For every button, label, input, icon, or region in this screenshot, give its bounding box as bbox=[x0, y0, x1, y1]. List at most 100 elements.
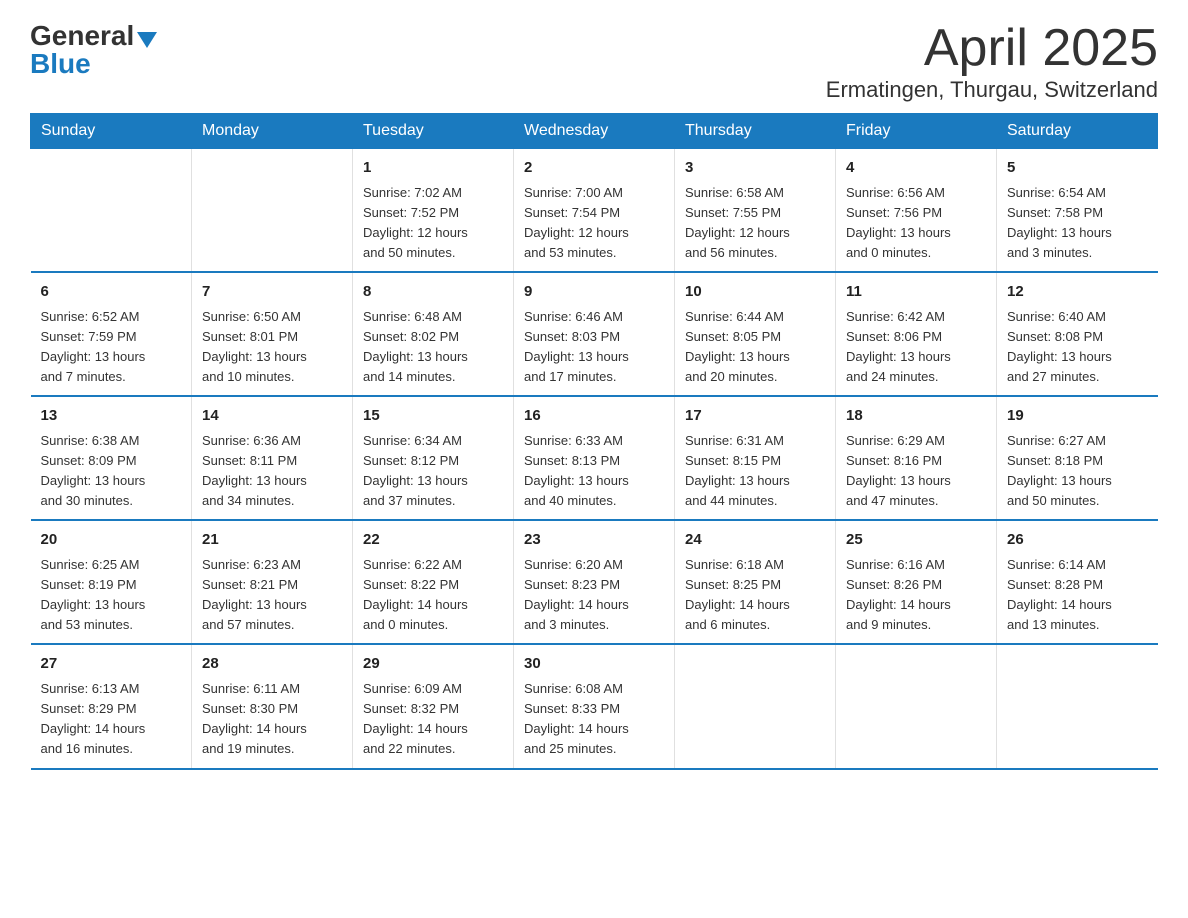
calendar-cell: 16Sunrise: 6:33 AM Sunset: 8:13 PM Dayli… bbox=[514, 396, 675, 520]
day-number: 9 bbox=[524, 281, 664, 304]
day-info: Sunrise: 6:44 AM Sunset: 8:05 PM Dayligh… bbox=[685, 307, 825, 388]
day-number: 12 bbox=[1007, 281, 1148, 304]
day-number: 23 bbox=[524, 529, 664, 552]
day-info: Sunrise: 6:42 AM Sunset: 8:06 PM Dayligh… bbox=[846, 307, 986, 388]
day-number: 1 bbox=[363, 157, 503, 180]
day-number: 25 bbox=[846, 529, 986, 552]
day-info: Sunrise: 6:31 AM Sunset: 8:15 PM Dayligh… bbox=[685, 431, 825, 512]
header: General Blue April 2025 Ermatingen, Thur… bbox=[30, 20, 1158, 103]
calendar-cell: 18Sunrise: 6:29 AM Sunset: 8:16 PM Dayli… bbox=[836, 396, 997, 520]
day-info: Sunrise: 6:29 AM Sunset: 8:16 PM Dayligh… bbox=[846, 431, 986, 512]
calendar-cell: 29 Sunrise: 6:09 AM Sunset: 8:32 PM Dayli… bbox=[353, 644, 514, 768]
day-info: Sunrise: 6:50 AM Sunset: 8:01 PM Dayligh… bbox=[202, 307, 342, 388]
day-number: 21 bbox=[202, 529, 342, 552]
day-info: Sunrise: 6:13 AM Sunset: 8:29 PM Dayligh… bbox=[41, 679, 182, 760]
calendar-cell: 20 Sunrise: 6:25 AM Sunset: 8:19 PM Dayli… bbox=[31, 520, 192, 644]
month-year-title: April 2025 bbox=[826, 20, 1158, 77]
day-number: 17 bbox=[685, 405, 825, 428]
logo-blue: Blue bbox=[30, 48, 91, 80]
calendar-cell: 14 Sunrise: 6:36 AM Sunset: 8:11 PM Dayli… bbox=[192, 396, 353, 520]
calendar-cell: 21 Sunrise: 6:23 AM Sunset: 8:21 PM Dayli… bbox=[192, 520, 353, 644]
day-number: 14 bbox=[202, 405, 342, 428]
day-number: 29 bbox=[363, 653, 503, 676]
calendar-header-row: SundayMondayTuesdayWednesdayThursdayFrid… bbox=[31, 114, 1158, 149]
day-info: Sunrise: 6:38 AM Sunset: 8:09 PM Dayligh… bbox=[41, 431, 182, 512]
location-title: Ermatingen, Thurgau, Switzerland bbox=[826, 77, 1158, 103]
day-number: 22 bbox=[363, 529, 503, 552]
calendar-cell: 10 Sunrise: 6:44 AM Sunset: 8:05 PM Dayli… bbox=[675, 272, 836, 396]
day-info: Sunrise: 6:36 AM Sunset: 8:11 PM Dayligh… bbox=[202, 431, 342, 512]
calendar-cell: 27Sunrise: 6:13 AM Sunset: 8:29 PM Dayli… bbox=[31, 644, 192, 768]
calendar-header-saturday: Saturday bbox=[997, 114, 1158, 149]
calendar-cell: 17 Sunrise: 6:31 AM Sunset: 8:15 PM Dayli… bbox=[675, 396, 836, 520]
day-number: 7 bbox=[202, 281, 342, 304]
calendar-header-friday: Friday bbox=[836, 114, 997, 149]
day-info: Sunrise: 6:18 AM Sunset: 8:25 PM Dayligh… bbox=[685, 555, 825, 636]
day-number: 6 bbox=[41, 281, 182, 304]
day-number: 28 bbox=[202, 653, 342, 676]
day-number: 5 bbox=[1007, 157, 1148, 180]
calendar-cell: 22 Sunrise: 6:22 AM Sunset: 8:22 PM Dayli… bbox=[353, 520, 514, 644]
logo: General Blue bbox=[30, 20, 157, 80]
calendar-table: SundayMondayTuesdayWednesdayThursdayFrid… bbox=[30, 113, 1158, 769]
day-number: 3 bbox=[685, 157, 825, 180]
day-number: 16 bbox=[524, 405, 664, 428]
calendar-week-row: 1 Sunrise: 7:02 AM Sunset: 7:52 PM Daylig… bbox=[31, 149, 1158, 273]
day-info: Sunrise: 6:16 AM Sunset: 8:26 PM Dayligh… bbox=[846, 555, 986, 636]
calendar-cell: 4 Sunrise: 6:56 AM Sunset: 7:56 PM Daylig… bbox=[836, 149, 997, 273]
calendar-cell bbox=[675, 644, 836, 768]
day-info: Sunrise: 6:08 AM Sunset: 8:33 PM Dayligh… bbox=[524, 679, 664, 760]
day-info: Sunrise: 6:48 AM Sunset: 8:02 PM Dayligh… bbox=[363, 307, 503, 388]
day-info: Sunrise: 6:20 AM Sunset: 8:23 PM Dayligh… bbox=[524, 555, 664, 636]
calendar-cell bbox=[836, 644, 997, 768]
day-info: Sunrise: 6:46 AM Sunset: 8:03 PM Dayligh… bbox=[524, 307, 664, 388]
day-info: Sunrise: 6:25 AM Sunset: 8:19 PM Dayligh… bbox=[41, 555, 182, 636]
title-section: April 2025 Ermatingen, Thurgau, Switzerl… bbox=[826, 20, 1158, 103]
day-info: Sunrise: 7:02 AM Sunset: 7:52 PM Dayligh… bbox=[363, 183, 503, 264]
calendar-week-row: 20 Sunrise: 6:25 AM Sunset: 8:19 PM Dayli… bbox=[31, 520, 1158, 644]
day-number: 10 bbox=[685, 281, 825, 304]
calendar-cell bbox=[31, 149, 192, 273]
calendar-header-sunday: Sunday bbox=[31, 114, 192, 149]
day-info: Sunrise: 6:34 AM Sunset: 8:12 PM Dayligh… bbox=[363, 431, 503, 512]
calendar-cell: 30Sunrise: 6:08 AM Sunset: 8:33 PM Dayli… bbox=[514, 644, 675, 768]
day-number: 4 bbox=[846, 157, 986, 180]
calendar-cell: 26 Sunrise: 6:14 AM Sunset: 8:28 PM Dayli… bbox=[997, 520, 1158, 644]
calendar-week-row: 13Sunrise: 6:38 AM Sunset: 8:09 PM Dayli… bbox=[31, 396, 1158, 520]
calendar-cell: 1 Sunrise: 7:02 AM Sunset: 7:52 PM Daylig… bbox=[353, 149, 514, 273]
calendar-cell: 13Sunrise: 6:38 AM Sunset: 8:09 PM Dayli… bbox=[31, 396, 192, 520]
day-number: 20 bbox=[41, 529, 182, 552]
calendar-cell: 15Sunrise: 6:34 AM Sunset: 8:12 PM Dayli… bbox=[353, 396, 514, 520]
calendar-header-thursday: Thursday bbox=[675, 114, 836, 149]
day-number: 8 bbox=[363, 281, 503, 304]
calendar-header-wednesday: Wednesday bbox=[514, 114, 675, 149]
day-info: Sunrise: 6:56 AM Sunset: 7:56 PM Dayligh… bbox=[846, 183, 986, 264]
day-info: Sunrise: 6:09 AM Sunset: 8:32 PM Dayligh… bbox=[363, 679, 503, 760]
calendar-cell: 9 Sunrise: 6:46 AM Sunset: 8:03 PM Daylig… bbox=[514, 272, 675, 396]
calendar-cell: 24 Sunrise: 6:18 AM Sunset: 8:25 PM Dayli… bbox=[675, 520, 836, 644]
day-number: 24 bbox=[685, 529, 825, 552]
calendar-cell: 2 Sunrise: 7:00 AM Sunset: 7:54 PM Daylig… bbox=[514, 149, 675, 273]
calendar-cell: 7 Sunrise: 6:50 AM Sunset: 8:01 PM Daylig… bbox=[192, 272, 353, 396]
calendar-cell: 8 Sunrise: 6:48 AM Sunset: 8:02 PM Daylig… bbox=[353, 272, 514, 396]
day-info: Sunrise: 6:23 AM Sunset: 8:21 PM Dayligh… bbox=[202, 555, 342, 636]
calendar-cell: 6 Sunrise: 6:52 AM Sunset: 7:59 PM Daylig… bbox=[31, 272, 192, 396]
day-number: 11 bbox=[846, 281, 986, 304]
day-info: Sunrise: 6:22 AM Sunset: 8:22 PM Dayligh… bbox=[363, 555, 503, 636]
calendar-cell bbox=[997, 644, 1158, 768]
day-number: 2 bbox=[524, 157, 664, 180]
calendar-header-tuesday: Tuesday bbox=[353, 114, 514, 149]
calendar-cell: 25 Sunrise: 6:16 AM Sunset: 8:26 PM Dayli… bbox=[836, 520, 997, 644]
calendar-cell: 23 Sunrise: 6:20 AM Sunset: 8:23 PM Dayli… bbox=[514, 520, 675, 644]
day-info: Sunrise: 7:00 AM Sunset: 7:54 PM Dayligh… bbox=[524, 183, 664, 264]
day-info: Sunrise: 6:27 AM Sunset: 8:18 PM Dayligh… bbox=[1007, 431, 1148, 512]
calendar-cell: 3Sunrise: 6:58 AM Sunset: 7:55 PM Daylig… bbox=[675, 149, 836, 273]
calendar-cell: 19 Sunrise: 6:27 AM Sunset: 8:18 PM Dayli… bbox=[997, 396, 1158, 520]
day-info: Sunrise: 6:14 AM Sunset: 8:28 PM Dayligh… bbox=[1007, 555, 1148, 636]
calendar-week-row: 6 Sunrise: 6:52 AM Sunset: 7:59 PM Daylig… bbox=[31, 272, 1158, 396]
calendar-header-monday: Monday bbox=[192, 114, 353, 149]
calendar-cell bbox=[192, 149, 353, 273]
day-number: 19 bbox=[1007, 405, 1148, 428]
day-info: Sunrise: 6:52 AM Sunset: 7:59 PM Dayligh… bbox=[41, 307, 182, 388]
day-number: 26 bbox=[1007, 529, 1148, 552]
